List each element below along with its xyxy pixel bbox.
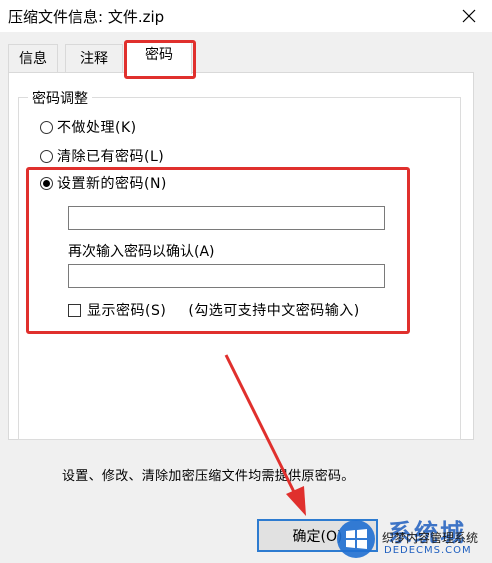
close-icon [462,9,476,23]
watermark: 系统城 织梦内容管理系统 DEDECMS.COM [330,513,492,563]
checkbox-box [68,303,81,317]
groupbox-title: 密码调整 [28,88,92,108]
close-button[interactable] [446,0,492,32]
radio-no-change[interactable]: 不做处理(K) [40,117,137,137]
radio-clear-password[interactable]: 清除已有密码(L) [40,146,164,166]
title-bar: 压缩文件信息: 文件.zip [0,0,492,32]
tab-comment-label: 注释 [80,51,108,67]
radio-set-new-password[interactable]: 设置新的密码(N) [40,173,167,193]
tab-info-label: 信息 [19,51,47,67]
tab-password-label: 密码 [145,47,173,63]
show-password-label: 显示密码(S) [87,303,167,319]
watermark-url: DEDECMS.COM [384,545,472,556]
confirm-password-label: 再次输入密码以确认(A) [68,244,215,260]
tab-info[interactable]: 信息 [8,44,58,73]
window-title: 压缩文件信息: 文件.zip [8,8,165,26]
footer-note: 设置、修改、清除加密压缩文件均需提供原密码。 [62,469,355,484]
radio-clear-password-label: 清除已有密码(L) [57,149,165,165]
confirm-password-input[interactable] [68,264,385,288]
tab-password[interactable]: 密码 [126,40,192,74]
show-password-hint: (勾选可支持中文密码输入) [188,303,360,319]
new-password-input[interactable] [68,206,385,230]
radio-circle [40,149,53,163]
watermark-subtitle: 织梦内容管理系统 [382,531,479,545]
radio-set-new-password-label: 设置新的密码(N) [57,176,167,192]
show-password-checkbox[interactable]: 显示密码(S) (勾选可支持中文密码输入) [68,300,360,320]
radio-circle-checked [40,176,53,190]
radio-circle [40,120,53,134]
tab-comment[interactable]: 注释 [65,44,123,73]
radio-no-change-label: 不做处理(K) [57,120,137,136]
windows-logo-icon [337,520,375,558]
